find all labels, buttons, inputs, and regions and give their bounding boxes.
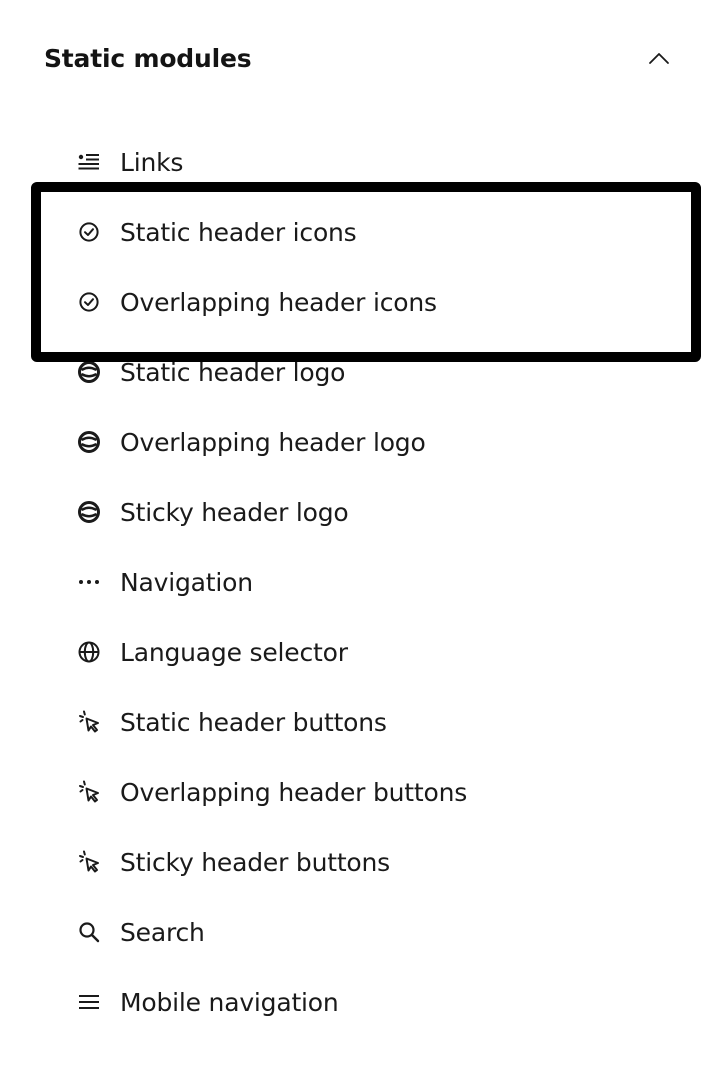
logo-icon xyxy=(76,499,102,525)
module-item-sticky-header-logo[interactable]: Sticky header logo xyxy=(0,477,722,547)
hamburger-menu-icon xyxy=(76,989,102,1015)
module-label: Overlapping header logo xyxy=(120,427,426,457)
section-title: Static modules xyxy=(44,43,252,73)
module-item-language-selector[interactable]: Language selector xyxy=(0,617,722,687)
more-dots-icon xyxy=(76,569,102,595)
module-label: Mobile navigation xyxy=(120,987,339,1017)
module-label: Static header icons xyxy=(120,217,357,247)
check-circle-icon xyxy=(76,289,102,315)
module-item-mobile-navigation[interactable]: Mobile navigation xyxy=(0,967,722,1037)
module-item-static-header-logo[interactable]: Static header logo xyxy=(0,337,722,407)
module-label: Static header buttons xyxy=(120,707,387,737)
module-item-static-header-icons[interactable]: Static header icons xyxy=(0,197,722,267)
module-label: Sticky header logo xyxy=(120,497,349,527)
globe-icon xyxy=(76,639,102,665)
module-label: Navigation xyxy=(120,567,253,597)
static-modules-panel: Static modules Links Static header icons… xyxy=(0,0,722,1074)
module-item-navigation[interactable]: Navigation xyxy=(0,547,722,617)
module-item-static-header-buttons[interactable]: Static header buttons xyxy=(0,687,722,757)
module-item-links[interactable]: Links xyxy=(0,127,722,197)
module-label: Overlapping header buttons xyxy=(120,777,468,807)
check-circle-icon xyxy=(76,219,102,245)
module-item-overlapping-header-logo[interactable]: Overlapping header logo xyxy=(0,407,722,477)
module-label: Sticky header buttons xyxy=(120,847,390,877)
search-icon xyxy=(76,919,102,945)
logo-icon xyxy=(76,359,102,385)
module-item-overlapping-header-icons[interactable]: Overlapping header icons xyxy=(0,267,722,337)
module-item-search[interactable]: Search xyxy=(0,897,722,967)
module-label: Language selector xyxy=(120,637,348,667)
module-label: Static header logo xyxy=(120,357,346,387)
section-header[interactable]: Static modules xyxy=(44,36,680,80)
chevron-up-icon[interactable] xyxy=(644,43,674,73)
logo-icon xyxy=(76,429,102,455)
module-label: Overlapping header icons xyxy=(120,287,437,317)
module-item-sticky-header-buttons[interactable]: Sticky header buttons xyxy=(0,827,722,897)
cursor-click-icon xyxy=(76,849,102,875)
module-label: Search xyxy=(120,917,205,947)
module-label: Links xyxy=(120,147,184,177)
module-list: Links Static header icons Overlapping he… xyxy=(0,127,722,1037)
cursor-click-icon xyxy=(76,779,102,805)
cursor-click-icon xyxy=(76,709,102,735)
module-item-overlapping-header-buttons[interactable]: Overlapping header buttons xyxy=(0,757,722,827)
links-list-icon xyxy=(76,149,102,175)
